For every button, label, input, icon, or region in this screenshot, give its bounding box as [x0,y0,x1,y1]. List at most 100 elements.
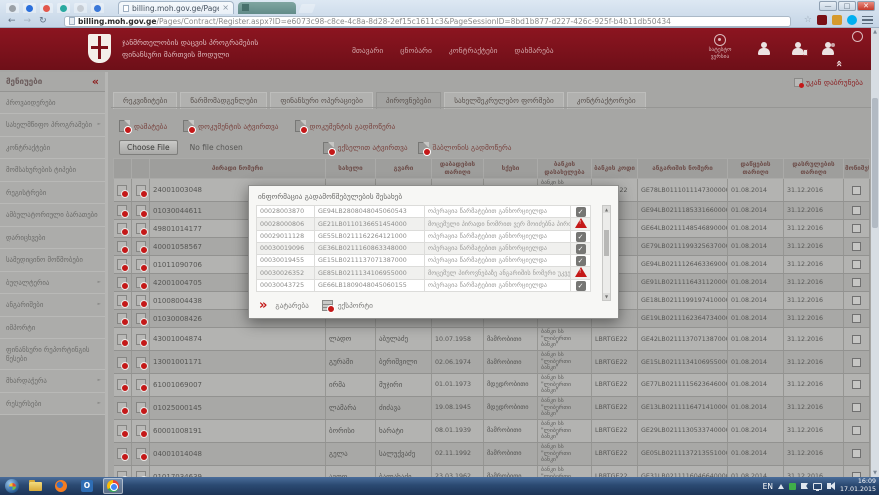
pinned-tab[interactable] [6,3,19,13]
tab-close-icon[interactable]: × [222,4,229,12]
reload-icon[interactable]: ↻ [39,17,47,26]
header-nav-item[interactable]: კონტრაქტები [449,46,498,55]
sidebar-collapse-icon[interactable]: « [92,76,99,87]
network-icon[interactable] [813,483,822,490]
row-checkbox[interactable] [852,335,861,344]
action-center-flag-icon[interactable] [801,483,808,489]
export-button[interactable]: ექსპორტი [338,301,373,310]
sidebar-item[interactable]: რეგისტრები [0,182,105,204]
row-checkbox[interactable] [852,260,861,269]
bookmark-star-icon[interactable]: ☆ [804,16,812,25]
new-tab-button[interactable] [298,4,315,13]
user-profile-icon[interactable] [757,42,771,56]
delete-record-icon[interactable] [117,334,127,345]
delete-record-icon[interactable] [117,425,127,436]
pinned-tab[interactable] [40,3,53,13]
language-indicator[interactable]: EN [763,482,773,491]
sidebar-item[interactable]: ფინანსური რეპორტინგის წესები [0,339,105,370]
delete-record-icon[interactable] [117,241,127,252]
delete-record-icon[interactable] [117,379,127,390]
sidebar-item[interactable]: მხარდაჭერა [0,370,105,392]
row-checkbox[interactable] [852,278,861,287]
chrome-taskbar-button[interactable] [103,478,123,494]
row-checkbox[interactable] [852,296,861,305]
edit-record-icon[interactable] [136,295,146,306]
template-download-button[interactable]: შაბლონის გადმოწერა [418,142,512,154]
user-document-icon[interactable] [791,42,805,56]
refresh-circle-icon[interactable] [852,31,863,42]
add-button[interactable]: დამატება [119,120,167,132]
pinned-tab[interactable] [74,3,87,13]
sidebar-item[interactable]: სახელმწიფო პროგრამები [0,114,105,136]
browser-tab-background[interactable] [238,2,296,14]
modal-scroll-up-icon[interactable]: ▲ [603,206,610,213]
modal-scroll-down-icon[interactable]: ▼ [603,293,610,300]
process-button[interactable]: გატარება [275,301,308,310]
start-button[interactable] [5,479,19,493]
table-row[interactable]: 01025000145 ლამარა ძიძავა 19.08.1945 მდე… [114,396,870,419]
delete-record-icon[interactable] [117,185,127,196]
excel-upload-button[interactable]: ექსელით ატვირთვა [323,142,408,154]
row-checkbox[interactable] [852,206,861,215]
edit-record-icon[interactable] [136,313,146,324]
address-bar[interactable]: billing.moh.gov.ge/Pages/Contract/Regist… [64,16,791,27]
edit-record-icon[interactable] [136,448,146,459]
row-checkbox[interactable] [852,380,861,389]
table-row[interactable]: 01017034639 ავთო ბალახაძე 23.03.1962 მამ… [114,465,870,477]
sidebar-item[interactable]: ამბულატორიული ბარათები [0,204,105,226]
scroll-up-icon[interactable]: ▲ [871,28,879,36]
pinned-tab[interactable] [23,3,36,13]
row-checkbox[interactable] [852,358,861,367]
table-row[interactable]: 43001004874 ლადო აბულაძე 10.07.1958 მამრ… [114,328,870,351]
row-checkbox[interactable] [852,224,861,233]
upload-document-button[interactable]: დოკუმენტის ატვირთვა [183,120,278,132]
scroll-down-icon[interactable]: ▼ [871,469,879,477]
delete-record-icon[interactable] [117,205,127,216]
table-row[interactable]: 04001014048 გელა სალუქვაძე 02.11.1992 მა… [114,442,870,465]
explorer-taskbar-button[interactable] [25,478,45,494]
minimize-button[interactable]: — [819,1,837,11]
delete-record-icon[interactable] [117,313,127,324]
export-icon[interactable] [322,300,333,311]
browser-tab-active[interactable]: billing.moh.gov.ge/Pages... × [118,1,234,14]
maximize-button[interactable]: □ [838,1,856,11]
extension-icon-1[interactable] [817,15,827,25]
edit-record-icon[interactable] [136,259,146,270]
row-checkbox[interactable] [852,314,861,323]
menu-icon[interactable] [862,15,873,25]
back-to-list-button[interactable]: უკან დაბრუნება [794,78,863,87]
edit-record-icon[interactable] [136,425,146,436]
sidebar-item[interactable]: რესურსები [0,393,105,415]
collapse-header-icon[interactable]: « [834,60,845,67]
volume-icon[interactable] [827,483,831,489]
sidebar-item[interactable]: მომსახურების ტიპები [0,159,105,181]
page-scrollbar[interactable]: ▲ ▼ [871,28,879,477]
sidebar-item[interactable]: ანგარიშები [0,294,105,316]
table-row[interactable]: 61001069007 ირმა მუჯირი 01.01.1973 მდედრ… [114,374,870,397]
delete-record-icon[interactable] [117,277,127,288]
sidebar-item[interactable]: პროვაიდერები [0,92,105,114]
edit-record-icon[interactable] [136,277,146,288]
outlook-taskbar-button[interactable]: O [77,478,97,494]
row-checkbox[interactable] [852,403,861,412]
edit-record-icon[interactable] [136,379,146,390]
edit-record-icon[interactable] [136,185,146,196]
users-icon[interactable] [821,42,835,56]
row-checkbox[interactable] [852,186,861,195]
pinned-tab[interactable] [91,3,104,13]
extension-icon-2[interactable] [832,15,842,25]
process-chevrons-icon[interactable]: » [259,299,265,312]
taskbar-clock[interactable]: 16:09 17.01.2015 [840,478,876,495]
row-checkbox[interactable] [852,449,861,458]
download-document-button[interactable]: დოკუმენტის გადმოწერა [295,120,396,132]
skype-extension-icon[interactable] [847,15,857,25]
edit-record-icon[interactable] [136,205,146,216]
edit-record-icon[interactable] [136,402,146,413]
tray-expand-icon[interactable] [778,484,784,489]
sidebar-item[interactable]: სამედიცინო მოწმობები [0,249,105,271]
edit-record-icon[interactable] [136,241,146,252]
close-button[interactable]: ✕ [857,1,875,11]
header-nav-item[interactable]: მთავარი [352,46,383,55]
forward-icon[interactable]: → [24,17,32,26]
row-checkbox[interactable] [852,426,861,435]
